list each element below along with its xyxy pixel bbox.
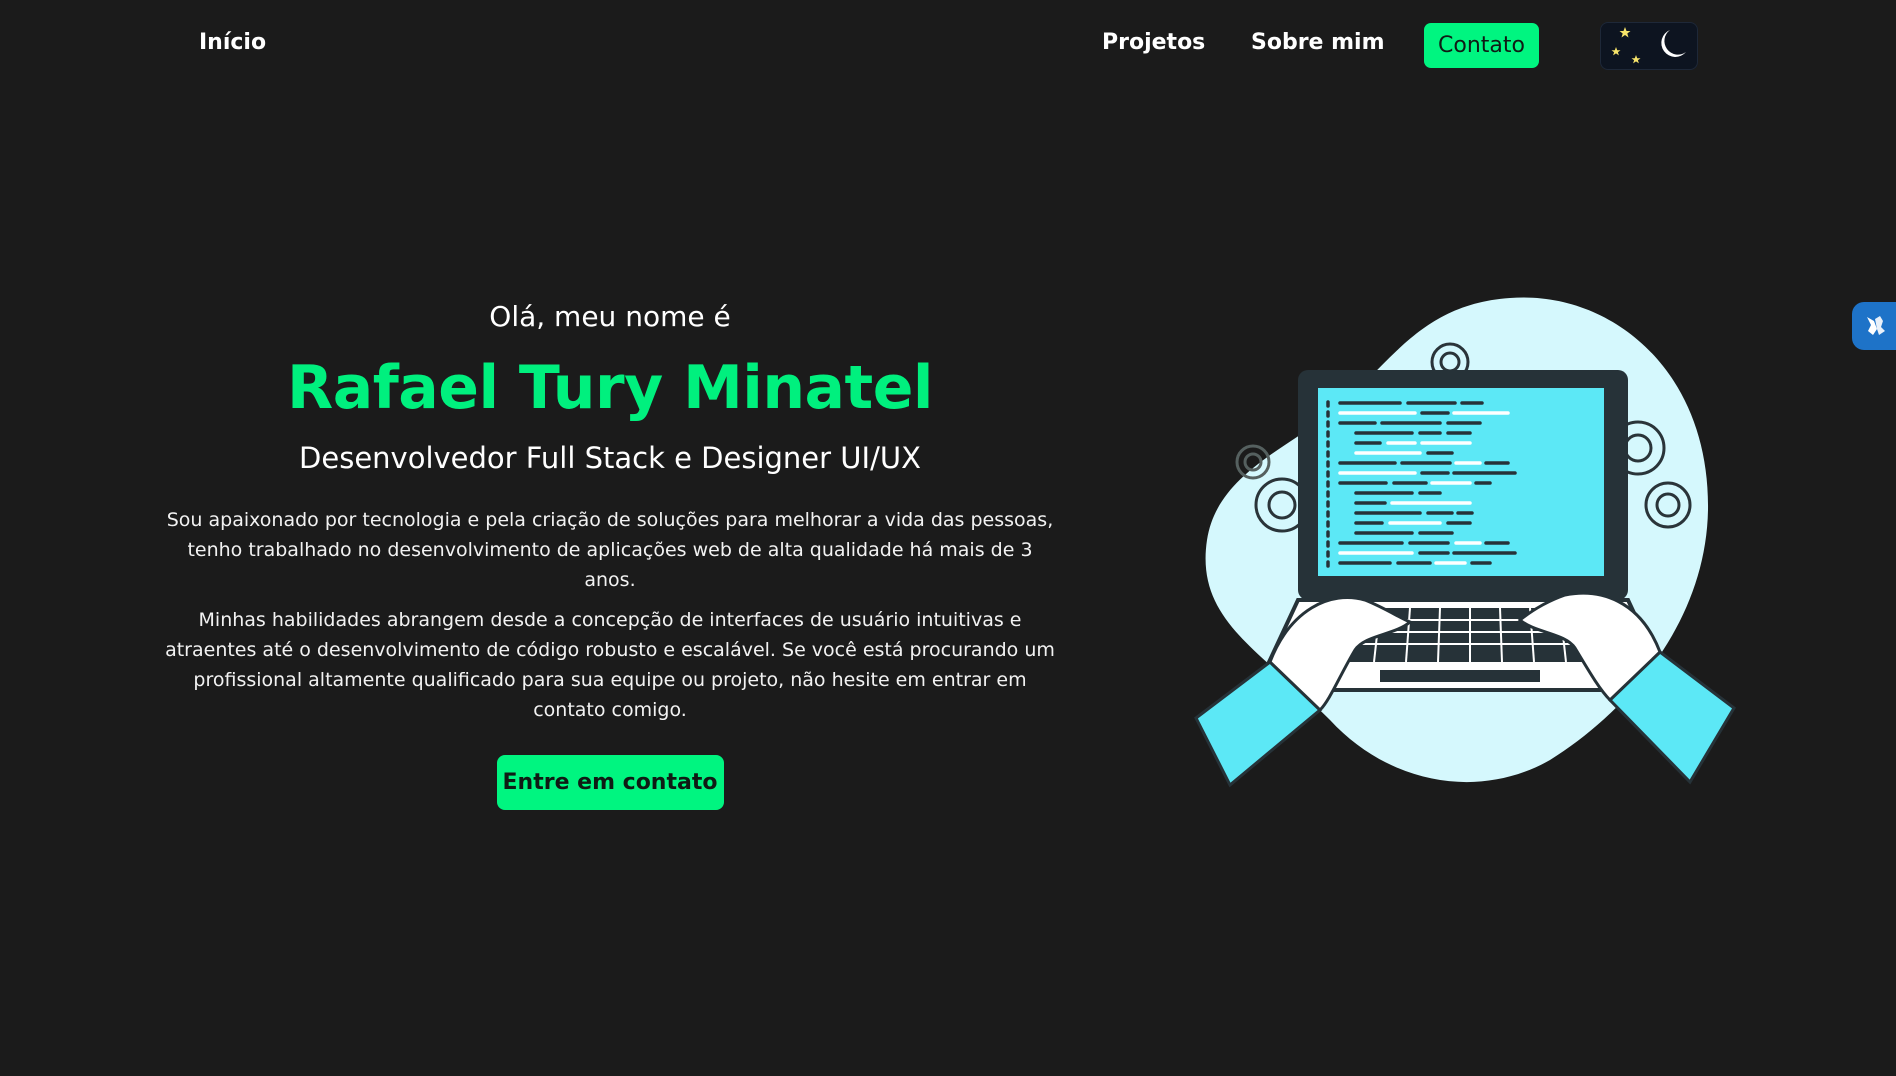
theme-toggle[interactable] <box>1600 22 1698 70</box>
contact-cta-button[interactable]: Entre em contato <box>496 755 724 810</box>
hero-name: Rafael Tury Minatel <box>287 353 934 423</box>
nav-link-about[interactable]: Sobre mim <box>1251 30 1385 55</box>
accessibility-widget[interactable] <box>1852 302 1896 350</box>
developer-laptop-illustration <box>1190 290 1740 795</box>
sign-language-hands-icon <box>1867 316 1885 335</box>
hero-paragraph-skills: Minhas habilidades abrangem desde a conc… <box>165 609 1055 721</box>
hero-greeting: Olá, meu nome é <box>489 300 731 333</box>
top-navigation: Início Projetos Sobre mim Contato <box>0 0 1896 92</box>
hero-paragraph-intro: Sou apaixonado por tecnologia e pela cri… <box>166 509 1054 591</box>
hero-role: Desenvolvedor Full Stack e Designer UI/U… <box>299 441 921 475</box>
nav-contact-button[interactable]: Contato <box>1424 23 1539 68</box>
hero-section: Olá, meu nome é Rafael Tury Minatel Dese… <box>150 300 1070 810</box>
moon-stars-icon <box>1611 27 1686 64</box>
nav-link-home[interactable]: Início <box>199 30 266 55</box>
nav-link-projects[interactable]: Projetos <box>1102 30 1205 55</box>
page: Início Projetos Sobre mim Contato Olá, m… <box>0 0 1896 1076</box>
